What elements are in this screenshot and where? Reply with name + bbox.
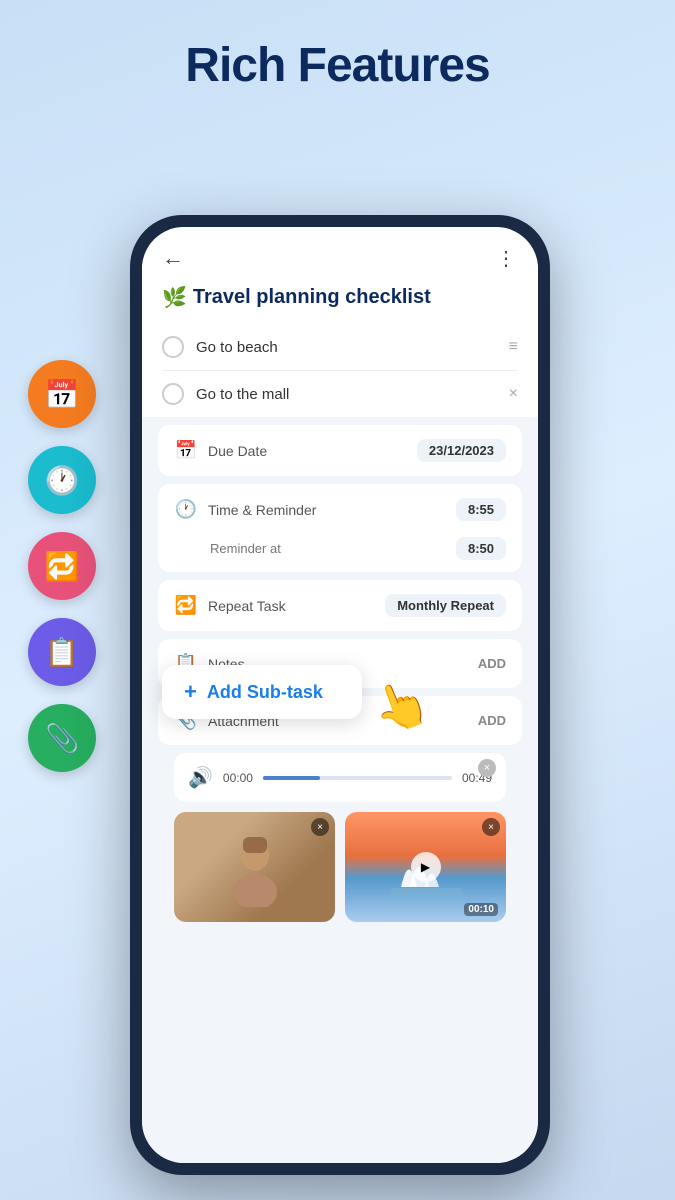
phone-screen: ← ⋮ 🌿 Travel planning checklist Go to be… — [142, 227, 538, 1163]
thumbnail-portrait[interactable]: × — [174, 812, 335, 922]
screen-topbar: ← ⋮ — [142, 227, 538, 279]
time-value[interactable]: 8:55 — [456, 498, 506, 521]
side-icon-clock[interactable]: 🕐 — [28, 446, 96, 514]
reminder-at-label: Reminder at — [210, 541, 281, 556]
audio-icon: 🔊 — [188, 765, 213, 790]
add-subtask-plus-icon: + — [184, 679, 197, 705]
task-list: Go to beach ≡ Go to the mall × — [142, 324, 538, 417]
due-date-icon: 📅 — [174, 440, 198, 461]
phone-frame: ← ⋮ 🌿 Travel planning checklist Go to be… — [130, 215, 550, 1175]
details-section: 📅 Due Date 23/12/2023 🕐 Time & Reminder … — [142, 417, 538, 1163]
task-action-1[interactable]: ≡ — [509, 338, 518, 356]
thumbnails-row: × — [158, 802, 522, 922]
task-title-emoji: 🌿 — [162, 285, 187, 310]
thumb-close-portrait[interactable]: × — [311, 818, 329, 836]
task-item: Go to beach ≡ — [162, 324, 518, 371]
thumb-duration: 00:10 — [464, 903, 498, 916]
attachment-add-button[interactable]: ADD — [478, 713, 506, 728]
audio-progress-fill — [263, 776, 320, 780]
task-item-2: Go to the mall × — [162, 371, 518, 417]
page-title: Rich Features — [0, 0, 675, 93]
reminder-at-value[interactable]: 8:50 — [456, 537, 506, 560]
audio-player-row: × 🔊 00:00 00:49 — [174, 753, 506, 802]
task-checkbox-1[interactable] — [162, 336, 184, 358]
add-subtask-label: Add Sub-task — [207, 682, 323, 703]
time-icon: 🕐 — [174, 499, 198, 520]
thumbnail-landscape[interactable]: ▶ × 00:10 — [345, 812, 506, 922]
task-title-row: 🌿 Travel planning checklist — [142, 279, 538, 324]
repeat-value[interactable]: Monthly Repeat — [385, 594, 506, 617]
task-title-text: Travel planning checklist — [193, 286, 431, 309]
side-icon-repeat[interactable]: 🔁 — [28, 532, 96, 600]
thumb-close-landscape[interactable]: × — [482, 818, 500, 836]
repeat-label: Repeat Task — [208, 598, 375, 614]
back-button[interactable]: ← — [162, 245, 184, 271]
more-button[interactable]: ⋮ — [496, 246, 518, 271]
task-text-2: Go to the mall — [196, 386, 497, 403]
detail-row-due-date: 📅 Due Date 23/12/2023 — [158, 425, 522, 476]
side-icon-calendar[interactable]: 📅 — [28, 360, 96, 428]
detail-row-time: 🕐 Time & Reminder 8:55 — [158, 484, 522, 535]
side-icon-notes[interactable]: 📋 — [28, 618, 96, 686]
task-action-2[interactable]: × — [509, 385, 518, 403]
side-icons-container: 📅 🕐 🔁 📋 📎 — [28, 360, 96, 772]
due-date-value[interactable]: 23/12/2023 — [417, 439, 506, 462]
detail-row-repeat: 🔁 Repeat Task Monthly Repeat — [158, 580, 522, 631]
add-subtask-popup[interactable]: + Add Sub-task — [162, 665, 362, 719]
audio-time-start: 00:00 — [223, 771, 253, 785]
audio-close-button[interactable]: × — [478, 759, 496, 777]
time-label: Time & Reminder — [208, 502, 446, 518]
play-button[interactable]: ▶ — [411, 852, 441, 882]
repeat-icon: 🔁 — [174, 595, 198, 616]
notes-add-button[interactable]: ADD — [478, 656, 506, 671]
due-date-label: Due Date — [208, 443, 407, 459]
reminder-sub-row: Reminder at 8:50 — [158, 529, 522, 572]
task-checkbox-2[interactable] — [162, 383, 184, 405]
task-text-1: Go to beach — [196, 339, 497, 356]
audio-progress-bar[interactable] — [263, 776, 452, 780]
side-icon-attach[interactable]: 📎 — [28, 704, 96, 772]
